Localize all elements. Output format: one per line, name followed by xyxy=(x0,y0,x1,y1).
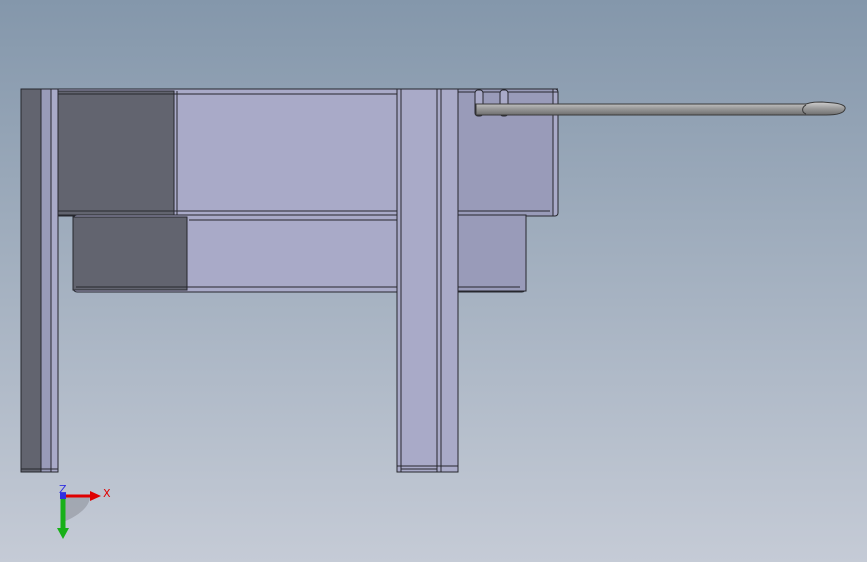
x-axis-arrowhead xyxy=(90,491,101,501)
lower-tray-dark-face xyxy=(72,216,188,291)
graphics-viewport[interactable]: X Z xyxy=(0,0,867,562)
left-post-dark-face xyxy=(20,88,42,473)
left-post-mid-face xyxy=(40,88,52,473)
handle-rod[interactable] xyxy=(475,101,846,116)
z-axis-label: Z xyxy=(59,483,67,496)
model-view[interactable] xyxy=(0,0,867,562)
y-axis-arrowhead xyxy=(57,528,69,539)
lower-tray-end-face xyxy=(457,214,527,292)
upper-tray-dark-face xyxy=(55,90,175,216)
right-post-side-face xyxy=(436,88,459,473)
x-axis-label: X xyxy=(103,487,111,500)
triad-plane xyxy=(63,496,90,522)
orientation-triad[interactable]: X Z xyxy=(50,482,120,547)
